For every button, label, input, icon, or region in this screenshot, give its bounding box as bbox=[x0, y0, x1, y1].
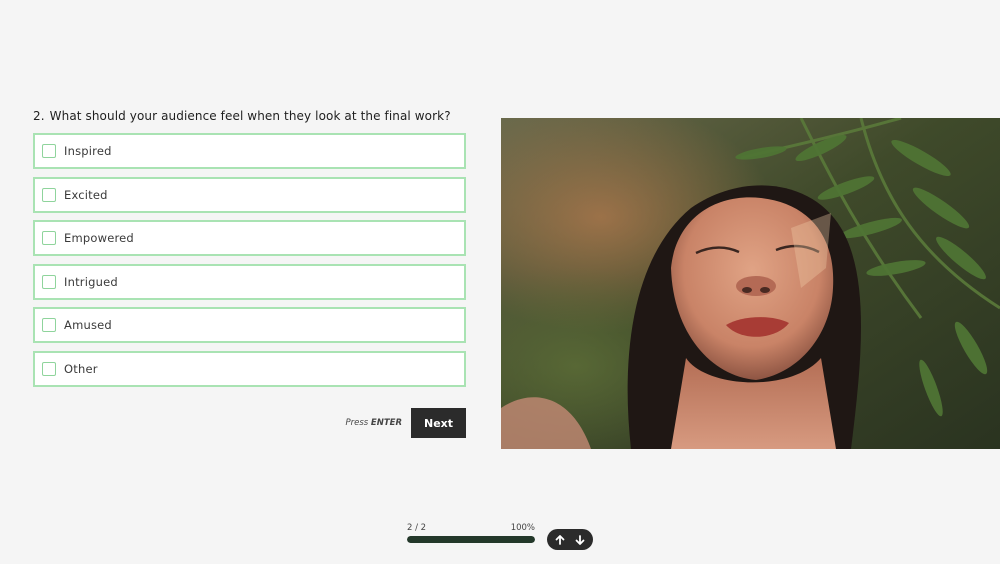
option-other[interactable]: Other bbox=[33, 350, 466, 387]
next-button[interactable]: Next bbox=[411, 408, 466, 438]
progress-track bbox=[407, 536, 535, 543]
question-navigation bbox=[547, 529, 593, 550]
progress-indicator: 2 / 2 100% bbox=[407, 523, 535, 543]
checkbox-icon[interactable] bbox=[42, 231, 56, 245]
progress-percent: 100% bbox=[510, 523, 535, 533]
option-empowered[interactable]: Empowered bbox=[33, 220, 466, 256]
checkbox-icon[interactable] bbox=[42, 274, 56, 289]
question-title: 2. What should your audience feel when th… bbox=[33, 109, 451, 123]
enter-hint-prefix: Press bbox=[345, 418, 369, 428]
question-text: What should your audience feel when they… bbox=[49, 109, 451, 123]
question-number: 2. bbox=[33, 109, 45, 123]
hero-photo bbox=[501, 118, 1000, 449]
option-intrigued[interactable]: Intrigued bbox=[33, 263, 466, 300]
option-label: Inspired bbox=[64, 144, 112, 158]
checkbox-icon[interactable] bbox=[42, 187, 56, 202]
option-label: Empowered bbox=[64, 231, 134, 245]
enter-hint: Press ENTER bbox=[346, 418, 403, 428]
arrow-up-icon[interactable] bbox=[551, 531, 569, 549]
progress-position: 2 / 2 bbox=[407, 523, 427, 533]
enter-hint-key: ENTER bbox=[370, 418, 402, 428]
option-label: Excited bbox=[64, 187, 108, 202]
submit-row: Press ENTER Next bbox=[33, 408, 466, 438]
option-label: Other bbox=[64, 361, 98, 376]
checkbox-icon[interactable] bbox=[42, 361, 56, 376]
option-label: Intrigued bbox=[64, 274, 118, 289]
option-excited[interactable]: Excited bbox=[33, 176, 466, 213]
option-inspired[interactable]: Inspired bbox=[33, 133, 466, 169]
answer-options: Inspired Excited Empowered Intrigued Amu… bbox=[33, 133, 466, 394]
progress-fill bbox=[407, 536, 535, 543]
checkbox-icon[interactable] bbox=[42, 144, 56, 158]
option-label: Amused bbox=[64, 318, 112, 332]
checkbox-icon[interactable] bbox=[42, 318, 56, 332]
option-amused[interactable]: Amused bbox=[33, 307, 466, 343]
arrow-down-icon[interactable] bbox=[571, 531, 589, 549]
